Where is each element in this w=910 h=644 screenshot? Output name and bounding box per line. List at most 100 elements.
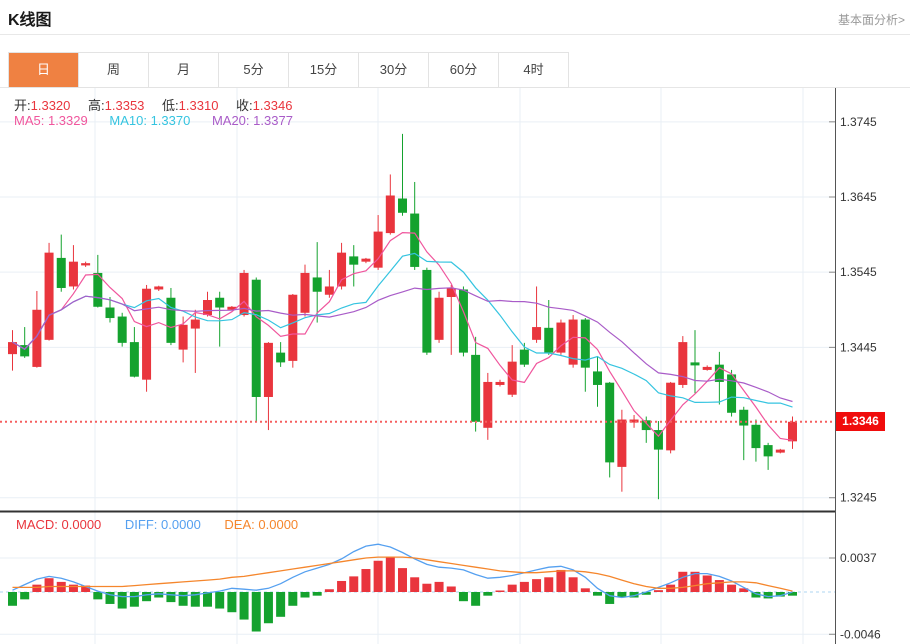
ma5-label: MA5: [14, 113, 44, 128]
macd-bar [288, 592, 297, 606]
macd-bar [337, 581, 346, 592]
macd-bar [532, 579, 541, 592]
tab-interval-3[interactable]: 5分 [219, 53, 289, 87]
candle [422, 270, 431, 353]
low-value: 1.3310 [179, 98, 219, 113]
macd-bar [45, 578, 54, 592]
candle [617, 420, 626, 467]
ma10-label: MA10: [109, 113, 147, 128]
macd-bar [349, 576, 358, 592]
candle [508, 362, 517, 395]
macd-bar [654, 590, 663, 592]
macd-bar [20, 592, 29, 599]
macd-bar [544, 577, 553, 592]
macd-bar [215, 592, 224, 609]
macd-bar [422, 584, 431, 592]
macd-bar [520, 582, 529, 592]
macd-bar [240, 592, 249, 620]
candle [739, 410, 748, 426]
tab-interval-2[interactable]: 月 [149, 53, 219, 87]
tab-interval-6[interactable]: 60分 [429, 53, 499, 87]
candle [81, 263, 90, 265]
macd-bar [130, 592, 139, 607]
candle [130, 342, 139, 377]
ma20-line [13, 288, 793, 402]
macd-bar [142, 592, 151, 601]
open-value: 1.3320 [31, 98, 71, 113]
candle [349, 256, 358, 264]
candle [313, 277, 322, 291]
candle [764, 445, 773, 456]
high-value: 1.3353 [105, 98, 145, 113]
close-label: 收: [236, 98, 253, 113]
ma-readout: MA5: 1.3329 MA10: 1.3370 MA20: 1.3377 [14, 113, 311, 128]
macd-bar [313, 592, 322, 596]
tab-interval-0[interactable]: 日 [9, 53, 79, 87]
macd-bar [179, 592, 188, 606]
candle [751, 425, 760, 448]
tab-interval-1[interactable]: 周 [79, 53, 149, 87]
macd-bar [154, 592, 163, 598]
macd-bar [386, 557, 395, 592]
candle [325, 286, 334, 294]
macd-bar [447, 586, 456, 592]
fundamental-analysis-link[interactable]: 基本面分析> [838, 11, 905, 28]
price-axis-label: 1.3545 [840, 265, 877, 279]
macd-bar [8, 592, 17, 606]
ma5-value: 1.3329 [48, 113, 88, 128]
candle [191, 320, 200, 329]
dea-label: DEA: [224, 517, 254, 532]
dea-value: 0.0000 [258, 517, 298, 532]
macd-bar [727, 585, 736, 592]
macd-bar [301, 592, 310, 598]
candle [288, 295, 297, 361]
candle [337, 253, 346, 287]
tab-interval-7[interactable]: 4时 [499, 53, 568, 87]
macd-bar [325, 589, 334, 592]
macd-axis-label: -0.0046 [840, 627, 881, 641]
macd-bar [276, 592, 285, 617]
candle [45, 253, 54, 340]
candle [106, 308, 115, 319]
high-label: 高: [88, 98, 105, 113]
kline-widget: K线图 基本面分析> 日周月5分15分30分60分4时 1.37451.3645… [0, 0, 910, 644]
diff-label: DIFF: [125, 517, 158, 532]
tab-interval-4[interactable]: 15分 [289, 53, 359, 87]
interval-tabbar: 日周月5分15分30分60分4时 [8, 52, 569, 88]
candle [203, 300, 212, 315]
open-label: 开: [14, 98, 31, 113]
candle [532, 327, 541, 340]
candle [447, 288, 456, 297]
macd-label: MACD: [16, 517, 58, 532]
candle [154, 286, 163, 289]
candle [496, 382, 505, 385]
macd-bar [374, 561, 383, 592]
macd-bar [252, 592, 261, 632]
macd-bar [715, 580, 724, 592]
macd-bar [93, 592, 102, 599]
candle [398, 199, 407, 213]
macd-bar [593, 592, 602, 596]
candle [471, 355, 480, 422]
candle [118, 317, 127, 343]
candle [361, 259, 370, 262]
price-axis-label: 1.3245 [840, 491, 877, 505]
ma20-value: 1.3377 [253, 113, 293, 128]
macd-bar [496, 591, 505, 593]
candle [435, 298, 444, 340]
candle [179, 325, 188, 350]
candle [544, 328, 553, 353]
macd-bar [459, 592, 468, 601]
tab-interval-5[interactable]: 30分 [359, 53, 429, 87]
current-price-badge: 1.3346 [836, 412, 885, 431]
candle [32, 310, 41, 367]
macd-readout: MACD: 0.0000 DIFF: 0.0000 DEA: 0.0000 [16, 517, 318, 532]
macd-bar [32, 585, 41, 592]
macd-bar [471, 592, 480, 606]
macd-value: 0.0000 [62, 517, 102, 532]
candle [276, 353, 285, 363]
macd-bar [398, 568, 407, 592]
macd-bar [410, 577, 419, 592]
macd-bar [69, 585, 78, 592]
candle [703, 367, 712, 370]
